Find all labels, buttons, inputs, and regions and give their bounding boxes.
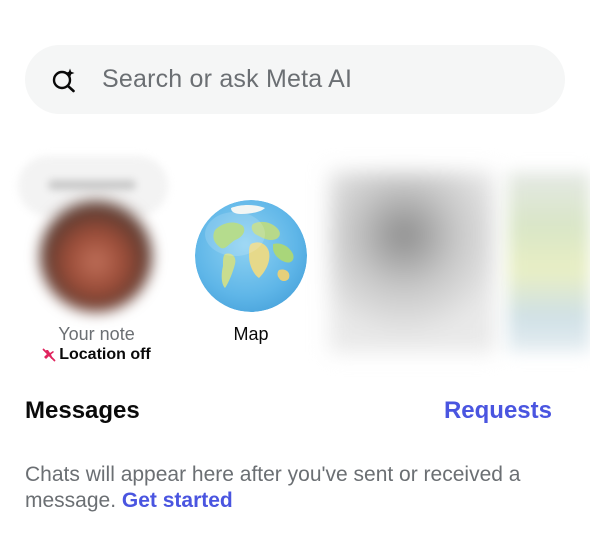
friend-note-card[interactable]: [330, 172, 495, 352]
messenger-chats-screen: Search or ask Meta AI Your note Location…: [0, 0, 590, 551]
your-note-label: Your note: [58, 324, 135, 344]
search-placeholder[interactable]: Search or ask Meta AI: [102, 65, 352, 94]
globe-map-icon[interactable]: [195, 200, 307, 312]
empty-state-text: Chats will appear here after you've sent…: [25, 463, 521, 512]
location-off-icon: [42, 348, 56, 362]
location-status: Location off: [0, 346, 193, 364]
get-started-link[interactable]: Get started: [122, 489, 233, 512]
empty-state-message: Chats will appear here after you've sent…: [25, 462, 570, 514]
search-bar[interactable]: Search or ask Meta AI: [25, 45, 565, 114]
avatar[interactable]: [40, 200, 152, 312]
location-status-label: Location off: [59, 346, 151, 363]
messages-title: Messages: [25, 397, 140, 424]
requests-link[interactable]: Requests: [444, 397, 552, 425]
notes-row: Your note Location off Map: [0, 150, 590, 380]
meta-ai-search-icon: [52, 68, 75, 92]
map-label: Map: [233, 324, 269, 344]
friend-note-card[interactable]: [508, 172, 590, 352]
